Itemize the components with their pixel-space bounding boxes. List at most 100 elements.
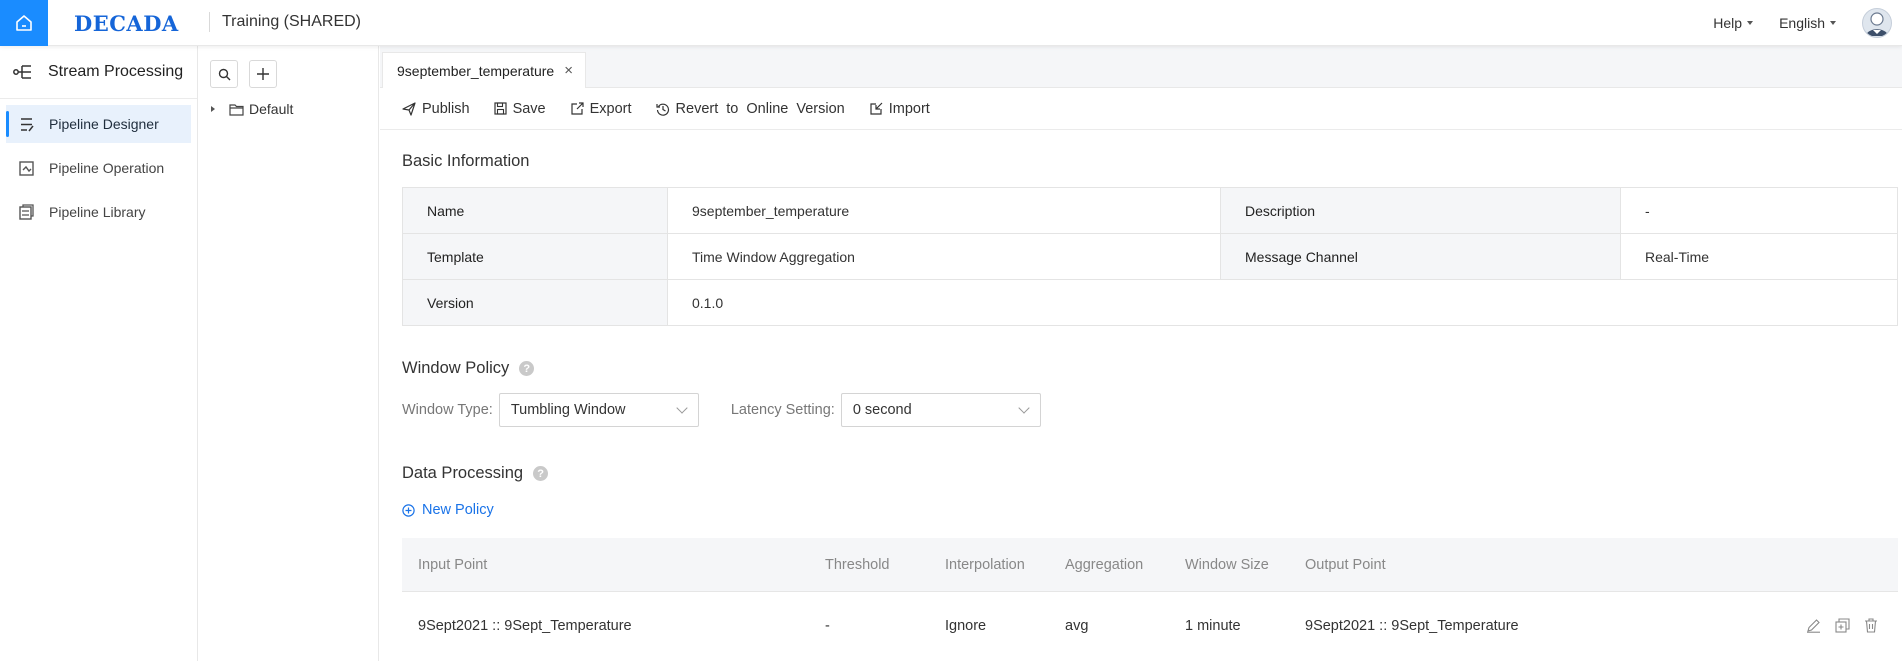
window-type-label: Window Type: — [402, 402, 493, 418]
chevron-down-icon — [676, 402, 688, 414]
tab-label: 9september_temperature — [397, 62, 555, 79]
column-header: Input Point — [418, 556, 488, 573]
pipeline-tree-panel: Default — [199, 46, 379, 661]
output-point-cell: 9Sept2021 :: 9Sept_Temperature — [1305, 617, 1519, 634]
new-policy-label: New Policy — [422, 502, 494, 518]
input-point-cell: 9Sept2021 :: 9Sept_Temperature — [418, 617, 632, 634]
caret-down-icon — [1830, 21, 1836, 25]
message-channel-label: Message Channel — [1220, 233, 1621, 280]
history-icon — [655, 103, 669, 116]
import-label: Import — [888, 100, 930, 117]
pipeline-designer-icon — [21, 117, 34, 131]
description-label: Description — [1220, 187, 1621, 234]
name-value: 9september_temperature — [667, 187, 1221, 234]
sidebar-item-pipeline-operation[interactable]: Pipeline Operation — [0, 149, 197, 187]
sidebar-item-label: Pipeline Designer — [49, 116, 159, 132]
template-label: Template — [402, 233, 668, 280]
edit-icon[interactable] — [1806, 618, 1821, 633]
user-avatar[interactable] — [1862, 8, 1892, 38]
chevron-down-icon — [1018, 402, 1030, 414]
help-icon[interactable]: ? — [519, 361, 535, 376]
template-value: Time Window Aggregation — [667, 233, 1221, 280]
window-type-select[interactable]: Tumbling Window — [498, 393, 699, 427]
window-policy-row: Window Type: Tumbling Window Latency Set… — [402, 393, 1041, 427]
column-header: Aggregation — [1065, 556, 1144, 573]
revert-label: Revert to Online Version — [675, 100, 845, 117]
latency-label: Latency Setting: — [730, 402, 835, 418]
version-value: 0.1.0 — [667, 279, 1898, 326]
latency-value: 0 second — [852, 402, 912, 418]
pipeline-library-icon — [19, 203, 34, 220]
row-actions — [1745, 618, 1898, 633]
stream-processing-icon — [13, 65, 31, 79]
delete-icon[interactable] — [1864, 618, 1878, 633]
plus-circle-icon — [402, 503, 415, 517]
folder-icon — [229, 103, 244, 116]
data-processing-title: Data Processing ? — [402, 464, 549, 483]
export-label: Export — [589, 100, 632, 117]
name-label: Name — [402, 187, 668, 234]
table-header: Input Point Threshold Interpolation Aggr… — [402, 538, 1898, 592]
version-label: Version — [402, 279, 668, 326]
sidebar-item-label: Pipeline Operation — [49, 160, 165, 176]
sidebar-item-label: Pipeline Library — [49, 204, 146, 220]
import-button[interactable]: Import — [869, 101, 930, 117]
help-menu[interactable]: Help — [1713, 15, 1754, 31]
new-policy-button[interactable]: New Policy — [402, 502, 494, 518]
sidebar-item-pipeline-designer[interactable]: Pipeline Designer — [6, 105, 191, 143]
threshold-cell: - — [825, 617, 830, 634]
tab-bar: 9september_temperature × — [380, 46, 1902, 88]
help-icon[interactable]: ? — [533, 466, 549, 481]
sidebar-header: Stream Processing — [0, 46, 197, 99]
language-menu[interactable]: English — [1779, 15, 1836, 31]
tree-node-default[interactable]: Default — [199, 101, 378, 117]
description-value: - — [1620, 187, 1898, 234]
caret-down-icon — [1747, 21, 1754, 25]
export-icon — [571, 101, 584, 115]
plus-icon — [257, 68, 269, 80]
export-button[interactable]: Export — [570, 101, 632, 117]
left-sidebar: Stream Processing Pipeline Designer Pipe… — [0, 46, 198, 661]
publish-button[interactable]: Publish — [402, 101, 470, 117]
copy-icon[interactable] — [1835, 618, 1850, 633]
table-row: 9Sept2021 :: 9Sept_Temperature - Ignore … — [402, 592, 1898, 659]
toolbar: Publish Save Export Revert to Online Ver… — [380, 88, 1902, 130]
column-header: Threshold — [825, 556, 890, 573]
interpolation-cell: Ignore — [945, 617, 987, 634]
send-icon — [402, 101, 416, 116]
tab-pipeline[interactable]: 9september_temperature × — [382, 52, 586, 88]
save-icon — [493, 102, 507, 115]
pipeline-operation-icon — [19, 160, 34, 176]
save-label: Save — [512, 100, 546, 117]
divider — [209, 12, 210, 32]
decada-logo[interactable]: DECADA — [74, 11, 179, 36]
latency-select[interactable]: 0 second — [840, 393, 1041, 427]
sidebar-item-pipeline-library[interactable]: Pipeline Library — [0, 193, 197, 231]
help-label: Help — [1713, 15, 1743, 31]
sidebar-title: Stream Processing — [48, 63, 184, 80]
home-button[interactable] — [0, 0, 48, 46]
tree-node-label: Default — [249, 101, 294, 117]
data-processing-table: Input Point Threshold Interpolation Aggr… — [402, 538, 1898, 659]
section-title-text: Window Policy — [402, 359, 510, 377]
search-icon — [218, 68, 230, 80]
search-button[interactable] — [210, 60, 238, 88]
message-channel-value: Real-Time — [1620, 233, 1898, 280]
publish-label: Publish — [422, 100, 470, 117]
column-header: Window Size — [1185, 556, 1269, 573]
add-button[interactable] — [249, 60, 277, 88]
expand-arrow-icon[interactable] — [211, 106, 215, 112]
user-icon — [1866, 12, 1888, 36]
org-switcher[interactable]: Training (SHARED) — [222, 13, 361, 31]
top-bar: DECADA Training (SHARED) Help English — [0, 0, 1902, 46]
revert-button[interactable]: Revert to Online Version — [655, 100, 845, 117]
basic-info-title: Basic Information — [402, 152, 529, 171]
window-policy-title: Window Policy ? — [402, 359, 535, 378]
section-title-text: Data Processing — [402, 464, 524, 482]
column-header: Output Point — [1305, 556, 1386, 573]
close-icon[interactable]: × — [564, 62, 573, 79]
save-button[interactable]: Save — [493, 100, 546, 117]
aggregation-cell: avg — [1065, 617, 1089, 634]
import-icon — [870, 102, 883, 115]
window-type-value: Tumbling Window — [510, 402, 626, 418]
